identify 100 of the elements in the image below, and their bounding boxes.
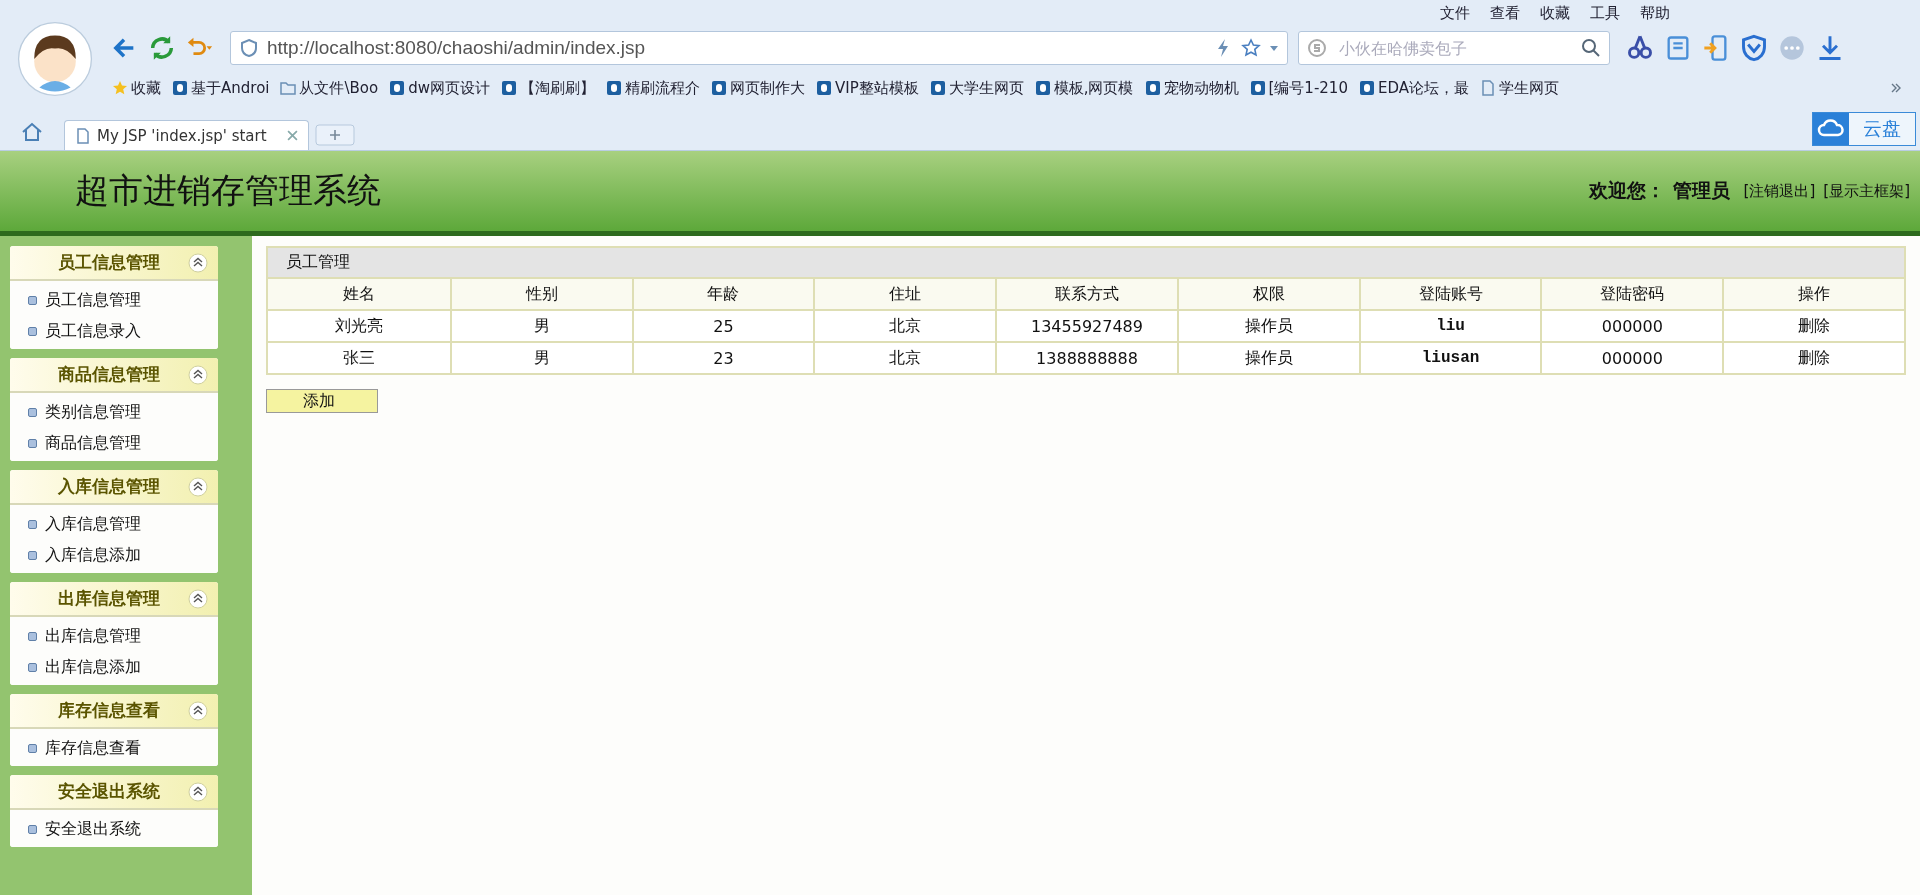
scissors-icon[interactable] — [1626, 34, 1654, 62]
bookmark[interactable]: VIP整站模板 — [816, 78, 919, 98]
collapse-icon[interactable] — [188, 588, 208, 609]
collapse-icon[interactable] — [188, 476, 208, 497]
bookmark[interactable]: 收藏 — [112, 78, 161, 98]
bookmark[interactable]: 从文件\Boo — [280, 78, 379, 98]
bookmark[interactable]: 大学生网页 — [929, 78, 1024, 98]
collapse-icon[interactable] — [188, 700, 208, 721]
column-header: 姓名 — [268, 277, 450, 309]
more-bookmarks-icon[interactable] — [1890, 82, 1902, 94]
delete-link[interactable]: 删除 — [1722, 341, 1904, 373]
bullet-icon — [28, 327, 37, 336]
column-header: 登陆账号 — [1358, 277, 1541, 309]
add-button[interactable]: 添加 — [266, 389, 378, 413]
sidebar-item[interactable]: 出库信息管理 — [45, 626, 141, 647]
star-icon[interactable] — [1241, 38, 1261, 58]
site-icon — [1358, 80, 1375, 96]
column-header: 性别 — [449, 277, 632, 309]
user-name: 管理员 — [1672, 178, 1730, 203]
site-icon — [929, 80, 946, 96]
sidebar-item[interactable]: 员工信息录入 — [45, 321, 141, 342]
menu-item[interactable]: 查看 — [1490, 3, 1520, 23]
bookmark[interactable]: EDA论坛，最 — [1358, 78, 1469, 98]
sidebar-item[interactable]: 商品信息管理 — [45, 433, 141, 454]
sidebar-item[interactable]: 类别信息管理 — [45, 402, 141, 423]
bookmark[interactable]: 精刷流程介 — [606, 78, 700, 98]
sidebar-item[interactable]: 员工信息管理 — [45, 290, 141, 311]
page-icon — [1480, 80, 1496, 96]
welcome-text: 欢迎您： — [1588, 178, 1665, 203]
bookmark[interactable]: 基于Androi — [172, 78, 270, 98]
bookmark[interactable]: dw网页设计 — [389, 78, 490, 98]
home-icon[interactable] — [20, 120, 44, 144]
collapse-icon[interactable] — [188, 781, 208, 802]
table-cell: 北京 — [813, 341, 996, 373]
close-icon[interactable] — [287, 130, 298, 141]
table-cell: 23 — [631, 341, 814, 373]
column-header: 操作 — [1722, 277, 1904, 309]
menu-item[interactable]: 工具 — [1590, 3, 1620, 23]
site-icon — [711, 80, 727, 96]
sidebar-item[interactable]: 入库信息管理 — [45, 514, 141, 535]
bullet-icon — [28, 520, 37, 529]
table-cell: liusan — [1358, 341, 1541, 373]
menu-item[interactable]: 文件 — [1440, 3, 1470, 23]
bookmark[interactable]: [编号1-210 — [1249, 78, 1348, 98]
shield-icon[interactable] — [1740, 34, 1768, 62]
bookmark[interactable]: 宠物动物机 — [1144, 78, 1239, 98]
panel-header[interactable]: 安全退出系统 — [10, 775, 218, 810]
bookmark[interactable]: 学生网页 — [1480, 78, 1559, 98]
caret-icon[interactable] — [1269, 43, 1279, 53]
table-cell: liu — [1358, 309, 1541, 341]
table-title: 员工管理 — [286, 252, 350, 273]
menu-item[interactable]: 收藏 — [1540, 3, 1570, 23]
menu-item[interactable]: 帮助 — [1640, 3, 1670, 23]
panel-header[interactable]: 商品信息管理 — [10, 358, 218, 393]
table-cell: 男 — [449, 341, 632, 373]
table-cell: 男 — [449, 309, 632, 341]
collapse-icon[interactable] — [188, 252, 208, 273]
panel-header[interactable]: 库存信息查看 — [10, 694, 218, 729]
collapse-icon[interactable] — [188, 364, 208, 385]
table-cell: 刘光亮 — [268, 309, 450, 341]
search-icon[interactable] — [1581, 38, 1601, 58]
bullet-icon — [28, 632, 37, 641]
column-header: 年龄 — [631, 277, 814, 309]
search-field[interactable]: 小伙在哈佛卖包子 — [1298, 31, 1610, 65]
bullet-icon — [28, 663, 37, 672]
site-icon — [1034, 80, 1051, 96]
panel-header[interactable]: 出库信息管理 — [10, 582, 218, 617]
site-icon — [389, 80, 406, 96]
table-cell: 13455927489 — [995, 309, 1177, 341]
avatar-icon[interactable] — [16, 20, 94, 98]
refresh-icon[interactable] — [148, 34, 176, 62]
table-cell: 000000 — [1540, 341, 1723, 373]
table-cell: 1388888888 — [995, 341, 1177, 373]
header-link[interactable]: [注销退出] — [1743, 181, 1816, 201]
bookmark[interactable]: 网页制作大 — [711, 78, 805, 98]
search-engine-icon — [1307, 38, 1327, 58]
new-tab-icon[interactable] — [315, 124, 355, 146]
header-link[interactable]: [显示主框架] — [1823, 181, 1910, 201]
site-icon — [501, 80, 517, 96]
site-icon — [1249, 80, 1266, 96]
site-icon — [606, 80, 622, 96]
table-cell: 北京 — [813, 309, 996, 341]
panel-header[interactable]: 员工信息管理 — [10, 246, 218, 281]
panel-header[interactable]: 入库信息管理 — [10, 470, 218, 505]
address-bar[interactable]: http://localhost:8080/chaoshi/admin/index.jsp — [230, 31, 1288, 65]
bullet-icon — [28, 551, 37, 560]
phone-icon[interactable] — [1702, 34, 1730, 62]
bookmark[interactable]: 模板,网页模 — [1034, 78, 1134, 98]
system-title: 超市进销存管理系统 — [75, 169, 381, 212]
bookmark[interactable]: 【淘刷刷】 — [501, 78, 595, 98]
table-cell: 25 — [631, 309, 814, 341]
sidebar-item[interactable]: 出库信息添加 — [45, 657, 141, 678]
browser-tab[interactable]: My JSP 'index.jsp' start — [64, 120, 309, 150]
page-icon — [75, 127, 91, 144]
cloud-disk-button[interactable]: 云盘 — [1812, 112, 1916, 146]
delete-link[interactable]: 删除 — [1722, 309, 1904, 341]
column-header: 住址 — [813, 277, 996, 309]
sidebar-item[interactable]: 入库信息添加 — [45, 545, 141, 566]
site-icon — [1144, 80, 1161, 96]
column-header: 权限 — [1176, 277, 1359, 309]
